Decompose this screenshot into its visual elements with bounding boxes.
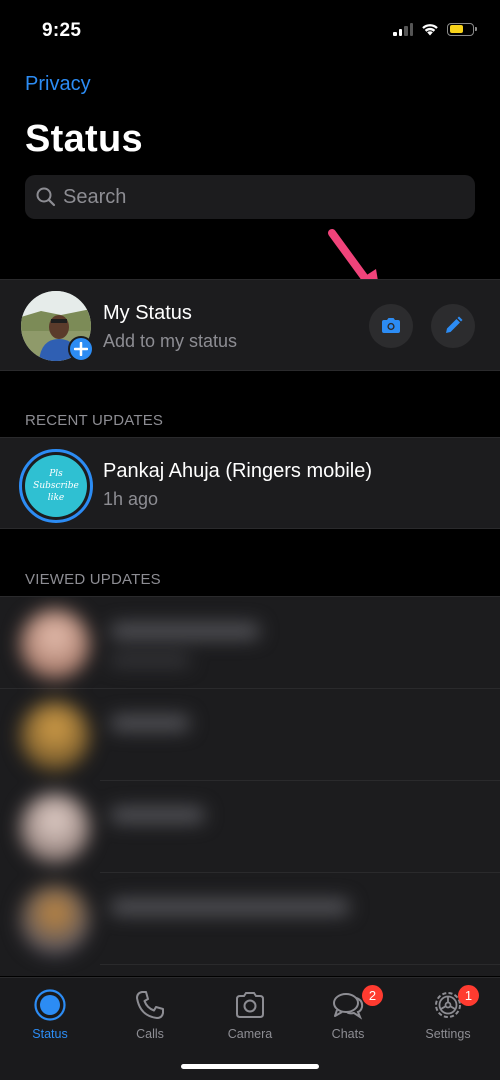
status-icons <box>393 22 477 36</box>
status-bar: 9:25 <box>0 0 500 60</box>
my-status-subtitle: Add to my status <box>103 331 238 351</box>
search-input[interactable] <box>63 185 443 209</box>
tab-camera[interactable]: Camera <box>205 988 295 1050</box>
cellular-signal-icon <box>393 22 413 36</box>
text-status-button[interactable] <box>431 304 475 348</box>
pencil-icon <box>446 316 463 333</box>
home-indicator <box>181 1064 319 1069</box>
update-time: 1h ago <box>103 489 159 509</box>
contact-name: Pankaj Ahuja (Ringers mobile) <box>103 460 373 482</box>
tab-status-label: Status <box>32 1027 68 1041</box>
status-icon <box>34 989 66 1021</box>
camera-status-button[interactable] <box>369 304 413 348</box>
chats-unread-badge: 2 <box>362 985 383 1006</box>
tab-settings[interactable]: 1 Settings <box>403 985 493 1050</box>
viewed-updates-list[interactable] <box>0 596 500 976</box>
tab-settings-label: Settings <box>425 1027 471 1041</box>
camera-icon <box>382 318 400 333</box>
thumbnail-text: like <box>47 493 65 504</box>
search-bar[interactable] <box>25 175 475 219</box>
viewed-updates-header: VIEWED UPDATES <box>25 571 161 588</box>
camera-icon <box>236 992 264 1018</box>
wifi-icon <box>422 24 438 36</box>
search-icon <box>36 187 56 207</box>
tab-camera-label: Camera <box>227 1027 273 1041</box>
tab-calls[interactable]: Calls <box>105 988 195 1050</box>
page-title: Status <box>25 118 143 160</box>
thumbnail-text: Pls <box>49 468 63 479</box>
status-update-row[interactable]: Pls Subscribe like Pankaj Ahuja (Ringers… <box>0 437 500 529</box>
my-status-name: My Status <box>103 302 192 324</box>
tab-status[interactable]: Status <box>5 988 95 1050</box>
clock: 9:25 <box>42 20 82 41</box>
back-privacy-link[interactable]: Privacy <box>25 73 91 96</box>
add-status-plus-icon[interactable] <box>68 336 94 362</box>
recent-updates-header: RECENT UPDATES <box>25 412 164 429</box>
thumbnail-text: Subscribe <box>33 480 79 491</box>
tab-calls-label: Calls <box>136 1027 164 1041</box>
my-status-row[interactable]: My Status Add to my status <box>0 279 500 371</box>
blurred-contacts <box>10 605 352 955</box>
phone-icon <box>136 991 164 1019</box>
battery-icon <box>447 22 477 36</box>
status-thumbnail[interactable]: Pls Subscribe like <box>19 449 93 523</box>
tab-chats-label: Chats <box>331 1027 365 1041</box>
settings-badge: 1 <box>458 985 479 1006</box>
tab-chats[interactable]: 2 Chats <box>303 985 393 1050</box>
chat-bubbles-icon <box>333 993 364 1020</box>
